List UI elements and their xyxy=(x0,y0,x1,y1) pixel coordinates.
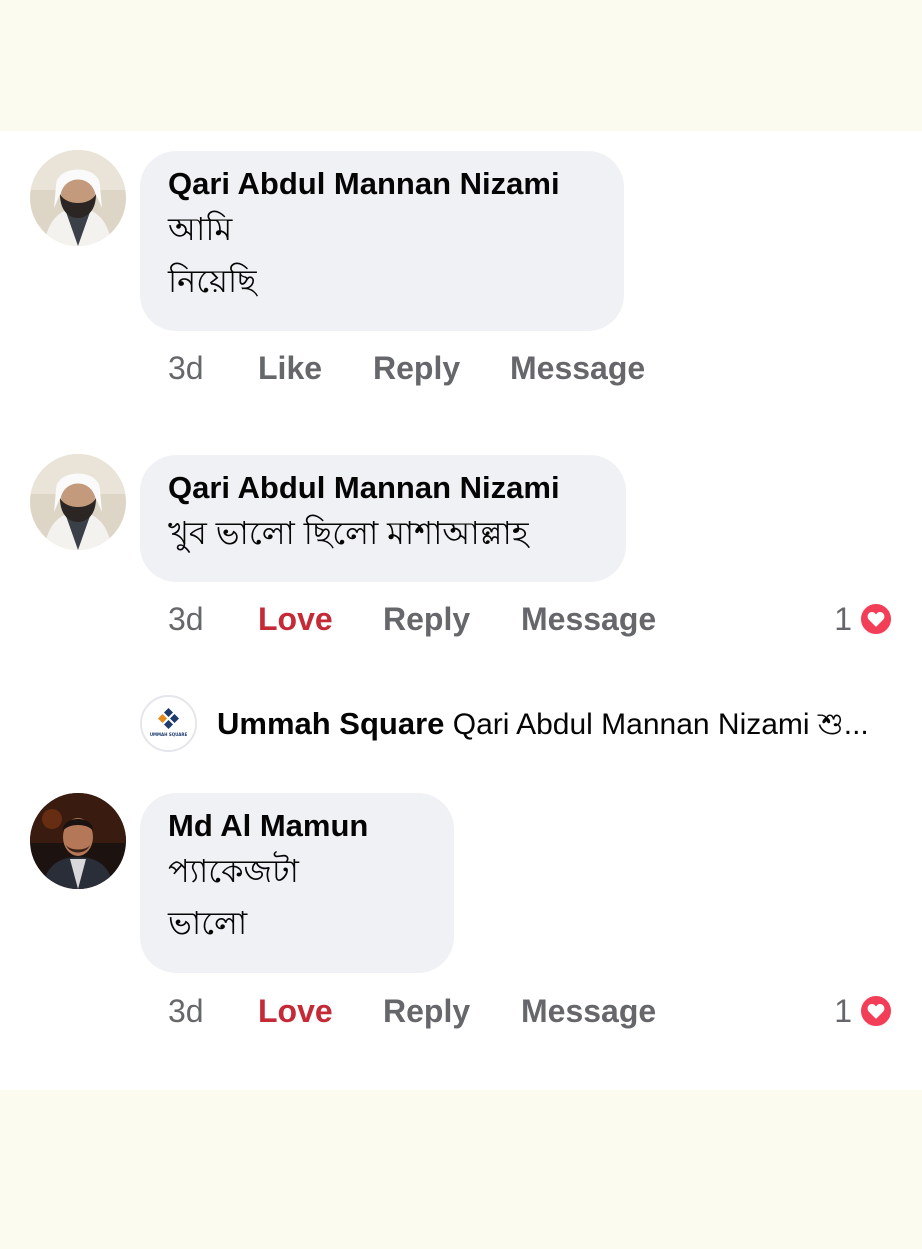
love-button[interactable]: Love xyxy=(258,991,333,1031)
comment-text-line: ভালো xyxy=(168,905,248,941)
reply-button[interactable]: Reply xyxy=(383,991,470,1031)
reaction-summary[interactable]: 1 xyxy=(804,991,894,1031)
avatar[interactable] xyxy=(30,454,126,550)
message-button[interactable]: Message xyxy=(521,991,656,1031)
avatar[interactable] xyxy=(30,150,126,246)
page-name[interactable]: Ummah Square xyxy=(217,706,444,741)
comment-author[interactable]: Qari Abdul Mannan Nizami xyxy=(168,165,596,203)
comment-bubble: Md Al Mamun প্যাকেজটা ভালো xyxy=(140,793,454,973)
page-logo-text: UMMAH SQUARE xyxy=(150,732,188,737)
reaction-summary[interactable]: 1 xyxy=(804,599,894,639)
comment-bubble: Qari Abdul Mannan Nizami খুব ভালো ছিলো ম… xyxy=(140,455,626,582)
reply-snippet: Qari Abdul Mannan Nizami শু... xyxy=(452,708,869,741)
comment-text-line: আমি xyxy=(168,211,233,247)
message-button[interactable]: Message xyxy=(510,348,645,388)
bottom-band xyxy=(0,1090,922,1249)
like-button[interactable]: Like xyxy=(258,348,322,388)
comment-bubble: Qari Abdul Mannan Nizami আমি নিয়েছি xyxy=(140,151,624,331)
reply-button[interactable]: Reply xyxy=(383,599,470,639)
heart-icon xyxy=(858,601,894,637)
comment-text-line: খুব ভালো ছিলো মাশাআল্লাহ xyxy=(168,515,529,551)
reaction-count: 1 xyxy=(834,601,852,637)
comment-text-line: নিয়েছি xyxy=(168,263,257,299)
avatar[interactable] xyxy=(30,793,126,889)
page-reply-row[interactable]: UMMAH SQUARE Ummah Square Qari Abdul Man… xyxy=(0,695,922,755)
top-band xyxy=(0,0,922,131)
page-reply-preview[interactable]: Ummah Square Qari Abdul Mannan Nizami শু… xyxy=(217,704,869,745)
page-logo[interactable]: UMMAH SQUARE xyxy=(140,695,197,752)
comment-text-line: প্যাকেজটা xyxy=(168,853,299,889)
heart-icon xyxy=(858,993,894,1029)
reaction-count: 1 xyxy=(834,993,852,1029)
reply-button[interactable]: Reply xyxy=(373,348,460,388)
comment-time[interactable]: 3d xyxy=(168,599,204,639)
comment-time[interactable]: 3d xyxy=(168,991,204,1031)
love-button[interactable]: Love xyxy=(258,599,333,639)
comment-author[interactable]: Qari Abdul Mannan Nizami xyxy=(168,469,598,507)
comment-time[interactable]: 3d xyxy=(168,348,204,388)
comment-author[interactable]: Md Al Mamun xyxy=(168,807,426,845)
message-button[interactable]: Message xyxy=(521,599,656,639)
